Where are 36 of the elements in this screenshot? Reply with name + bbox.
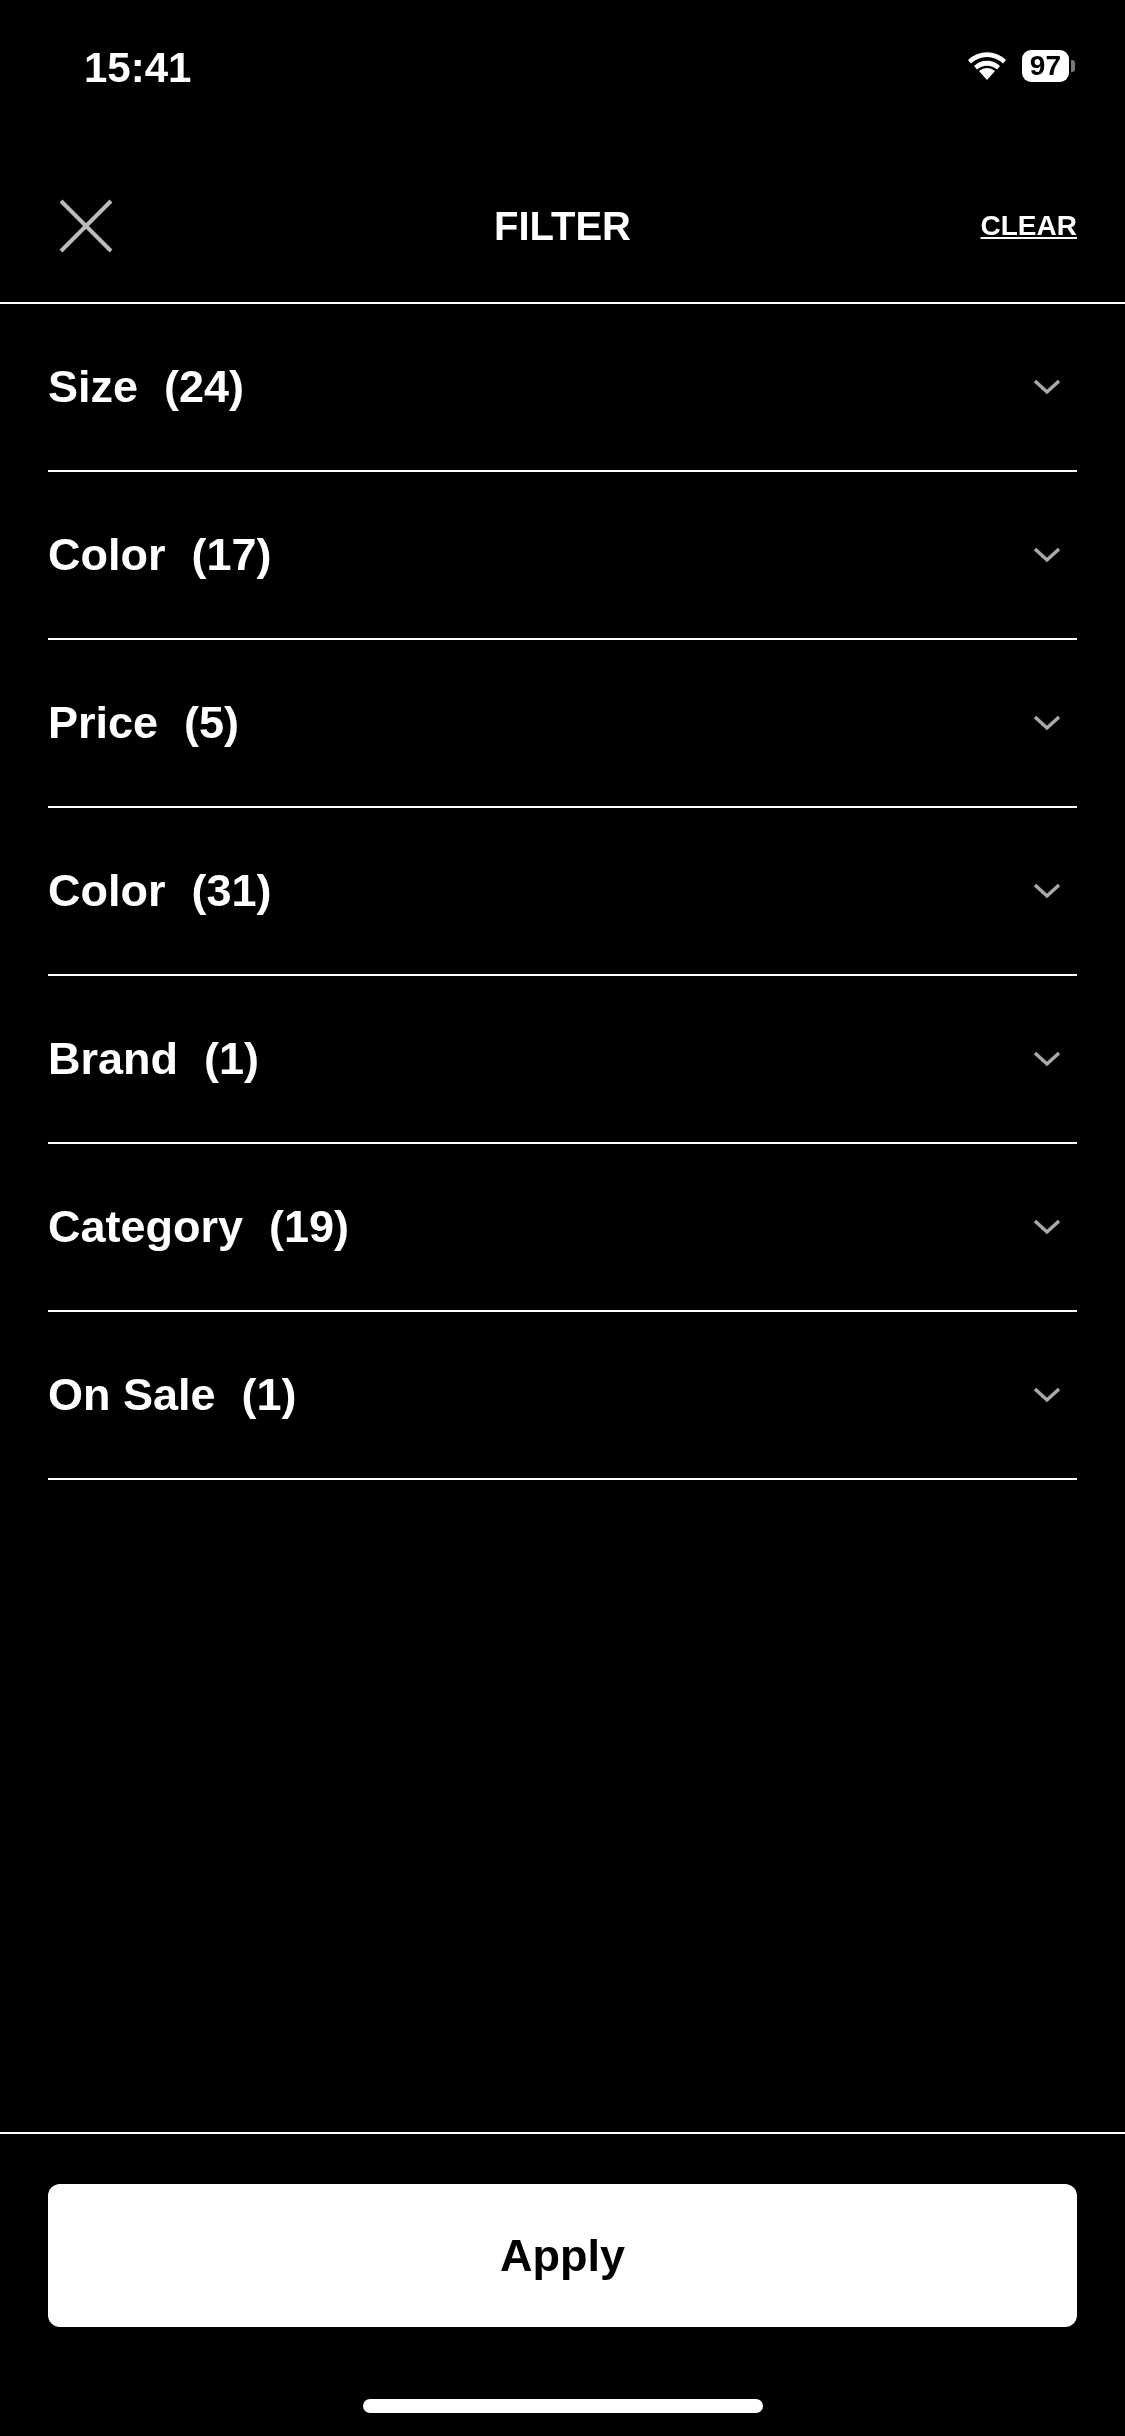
filter-label: Price [48,697,159,749]
wifi-icon [965,50,1008,82]
filter-count: (31) [191,865,272,917]
filter-row[interactable]: Color (31) [48,808,1077,976]
chevron-down-icon [1033,883,1061,899]
filter-count: (1) [241,1369,297,1421]
filter-label: Color [48,529,166,581]
chevron-down-icon [1033,547,1061,563]
chevron-down-icon [1033,1051,1061,1067]
filter-count: (5) [184,697,240,749]
filter-count: (19) [269,1201,350,1253]
chevron-down-icon [1033,379,1061,395]
filter-row[interactable]: Color (17) [48,472,1077,640]
filter-row[interactable]: Category (19) [48,1144,1077,1312]
status-time: 15:41 [84,44,192,92]
chevron-down-icon [1033,715,1061,731]
filter-count: (1) [204,1033,259,1085]
chevron-down-icon [1033,1219,1061,1235]
filter-count: (17) [191,529,272,581]
filter-count: (24) [164,361,245,413]
apply-button[interactable]: Apply [48,2184,1077,2327]
filter-label: On Sale [48,1369,216,1421]
chevron-down-icon [1033,1387,1061,1403]
filter-row[interactable]: Brand (1) [48,976,1077,1144]
clear-link[interactable]: CLEAR [980,210,1077,242]
filter-label: Color [48,865,166,917]
filter-row[interactable]: Price (5) [48,640,1077,808]
filter-row[interactable]: Size (24) [48,304,1077,472]
screen-title: FILTER [494,203,631,249]
filter-label: Brand [48,1033,178,1085]
close-icon[interactable] [59,199,113,253]
filter-row[interactable]: On Sale (1) [48,1312,1077,1480]
battery-tip-icon [1071,60,1075,72]
battery-level: 97 [1021,50,1069,82]
filter-label: Category [48,1201,244,1253]
filter-label: Size [48,361,139,413]
